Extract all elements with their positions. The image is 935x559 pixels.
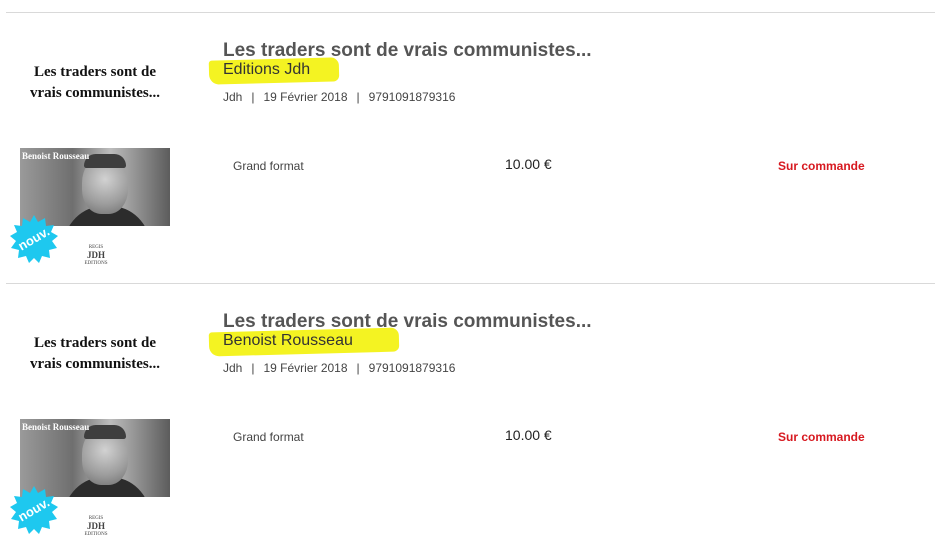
photo-hair xyxy=(84,154,126,168)
cover-author-name: Benoist Rousseau xyxy=(22,151,90,161)
meta-separator: | xyxy=(356,90,360,104)
meta-date: 19 Février 2018 xyxy=(263,361,348,375)
meta-date: 19 Février 2018 xyxy=(263,90,348,104)
book-cover[interactable]: Les traders sont de vrais communistes...… xyxy=(10,289,171,544)
publisher-logo-mark: JDH xyxy=(87,250,105,260)
product-item: Les traders sont de vrais communistes...… xyxy=(0,18,935,288)
item-divider xyxy=(6,283,935,284)
availability-status[interactable]: Sur commande xyxy=(778,430,865,444)
cover-title-line: vrais communistes... xyxy=(30,85,160,101)
meta-publisher[interactable]: Jdh xyxy=(223,361,242,375)
meta-publisher[interactable]: Jdh xyxy=(223,90,242,104)
product-publisher-link[interactable]: Editions Jdh xyxy=(223,61,310,79)
publisher-logo: REGIS JDH EDITIONS xyxy=(83,244,109,267)
publisher-logo-bottom: EDITIONS xyxy=(84,532,108,537)
cover-author-name: Benoist Rousseau xyxy=(22,422,90,432)
cover-title: Les traders sont de vrais communistes... xyxy=(19,333,171,375)
cover-title-line: Les traders sont de xyxy=(33,64,157,80)
top-divider xyxy=(6,12,935,13)
cover-title-line: Les traders sont de xyxy=(33,335,157,351)
product-author-link[interactable]: Benoist Rousseau xyxy=(223,332,353,350)
publisher-logo-bottom: EDITIONS xyxy=(84,261,108,266)
product-price: 10.00 € xyxy=(505,156,552,172)
meta-isbn: 9791091879316 xyxy=(368,361,456,375)
meta-separator: | xyxy=(251,361,255,375)
publisher-logo-mark: JDH xyxy=(87,521,105,531)
product-format: Grand format xyxy=(233,159,304,173)
book-cover[interactable]: Les traders sont de vrais communistes...… xyxy=(10,18,171,273)
photo-hair xyxy=(84,425,126,439)
cover-title-line: vrais communistes... xyxy=(30,356,160,372)
meta-separator: | xyxy=(356,361,360,375)
product-meta: Jdh | 19 Février 2018 | 9791091879316 xyxy=(223,90,455,104)
cover-title: Les traders sont de vrais communistes... xyxy=(19,62,171,104)
meta-separator: | xyxy=(251,90,255,104)
product-meta: Jdh | 19 Février 2018 | 9791091879316 xyxy=(223,361,455,375)
product-item: Les traders sont de vrais communistes...… xyxy=(0,289,935,559)
product-format: Grand format xyxy=(233,430,304,444)
meta-isbn: 9791091879316 xyxy=(368,90,456,104)
availability-status[interactable]: Sur commande xyxy=(778,159,865,173)
publisher-logo: REGIS JDH EDITIONS xyxy=(83,515,109,538)
product-price: 10.00 € xyxy=(505,427,552,443)
